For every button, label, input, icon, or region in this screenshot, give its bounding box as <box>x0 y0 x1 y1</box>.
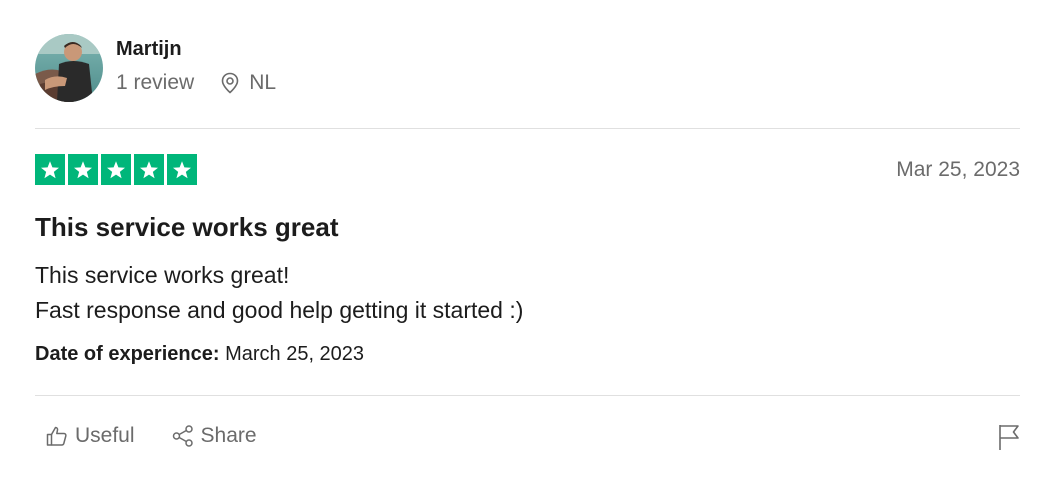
date-of-experience: Date of experience: March 25, 2023 <box>35 341 364 367</box>
review-body-line: Fast response and good help getting it s… <box>35 297 524 323</box>
avatar[interactable] <box>35 34 103 102</box>
experience-date: March 25, 2023 <box>225 343 365 365</box>
share-icon <box>172 425 193 447</box>
useful-label: Useful <box>75 424 135 447</box>
star-rating <box>35 154 197 185</box>
review-body-line: This service works great! <box>35 262 290 288</box>
consumer-name[interactable]: Martijn <box>116 37 276 61</box>
divider <box>35 128 1020 129</box>
review-card: Martijn 1 review NL Mar 25, 2023 This se… <box>0 0 1054 487</box>
avatar-photo <box>35 34 103 102</box>
useful-button[interactable]: Useful <box>45 422 135 450</box>
thumbs-up-icon <box>46 426 67 446</box>
experience-label: Date of experience: <box>35 343 220 365</box>
flag-icon[interactable] <box>997 423 1021 451</box>
consumer-info: Martijn 1 review NL <box>35 33 276 103</box>
star-icon <box>35 154 65 185</box>
star-icon <box>167 154 197 185</box>
review-body: This service works great! Fast response … <box>35 258 523 328</box>
review-actions: Useful Share <box>45 422 257 450</box>
review-title[interactable]: This service works great <box>35 210 338 244</box>
star-icon <box>101 154 131 185</box>
share-label: Share <box>200 424 257 447</box>
share-button[interactable]: Share <box>171 422 257 450</box>
star-icon <box>134 154 164 185</box>
consumer-details: Martijn 1 review NL <box>116 37 276 95</box>
divider <box>35 395 1020 396</box>
review-count: 1 review <box>116 71 195 94</box>
consumer-country: NL <box>249 71 277 94</box>
consumer-meta: 1 review NL <box>116 71 276 95</box>
star-icon <box>68 154 98 185</box>
review-date: Mar 25, 2023 <box>896 158 1020 181</box>
location-pin-icon <box>219 71 241 95</box>
